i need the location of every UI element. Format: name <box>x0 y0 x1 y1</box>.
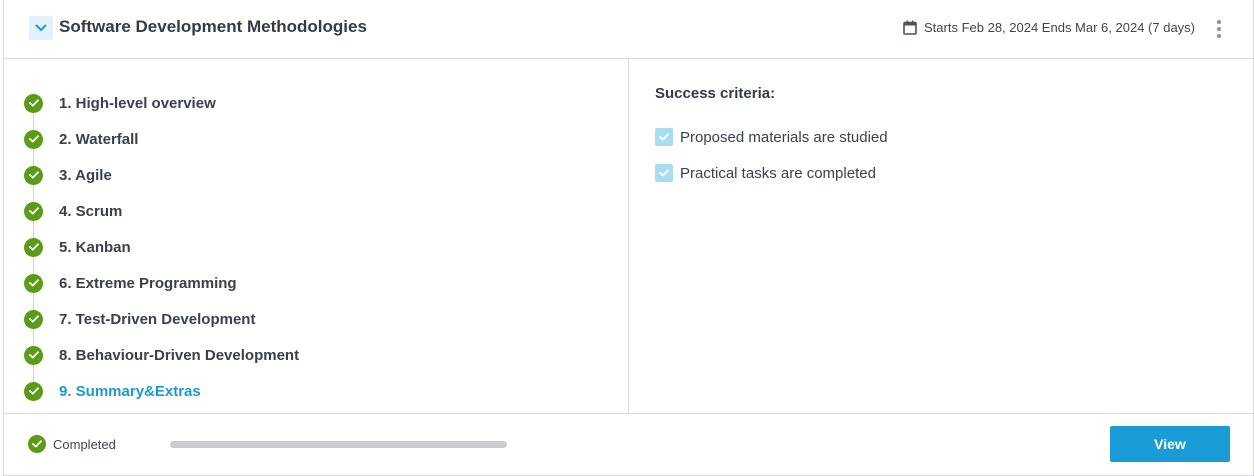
check-circle-icon <box>24 201 43 221</box>
step-label: 8. Behaviour-Driven Development <box>59 346 300 364</box>
steps-pane: 1. High-level overview 2. Waterfall 3. Agi… <box>4 59 629 413</box>
collapse-button[interactable] <box>29 16 53 40</box>
check-circle-icon <box>24 345 43 365</box>
date-range-text: Starts Feb 28, 2024 Ends Mar 6, 2024 (7 … <box>924 20 1195 35</box>
check-circle-icon <box>24 237 43 257</box>
date-range: Starts Feb 28, 2024 Ends Mar 6, 2024 (7 … <box>903 20 1195 35</box>
step-label: 9. Summary&Extras <box>59 382 201 400</box>
check-circle-icon <box>28 435 46 453</box>
criteria-list: Proposed materials are studied Practical … <box>655 119 888 191</box>
module-title: Software Development Methodologies <box>59 17 367 36</box>
step-item[interactable]: 4. Scrum <box>24 193 299 239</box>
module-card: Software Development Methodologies Start… <box>3 0 1254 476</box>
checkbox-checked-icon[interactable] <box>655 128 673 146</box>
step-label: 4. Scrum <box>59 202 123 220</box>
progress-bar <box>170 441 507 448</box>
step-label: 2. Waterfall <box>59 130 139 148</box>
progress-fill <box>170 441 507 448</box>
calendar-icon <box>903 20 917 35</box>
view-button[interactable]: View <box>1110 426 1230 462</box>
step-item[interactable]: 2. Waterfall <box>24 121 299 167</box>
step-label: 3. Agile <box>59 166 112 184</box>
criterion-item: Practical tasks are completed <box>655 155 888 191</box>
card-header: Software Development Methodologies Start… <box>4 0 1253 59</box>
criterion-item: Proposed materials are studied <box>655 119 888 155</box>
step-item[interactable]: 3. Agile <box>24 157 299 203</box>
step-item[interactable]: 5. Kanban <box>24 229 299 275</box>
status-text: Completed <box>53 436 116 452</box>
more-vertical-icon <box>1217 20 1221 24</box>
criteria-pane: Success criteria: Proposed materials are… <box>630 59 1254 413</box>
check-circle-icon <box>24 381 43 401</box>
criterion-label: Practical tasks are completed <box>680 164 876 182</box>
step-item[interactable]: 7. Test-Driven Development <box>24 301 299 347</box>
step-item[interactable]: 1. High-level overview <box>24 85 299 131</box>
step-item[interactable]: 6. Extreme Programming <box>24 265 299 311</box>
check-circle-icon <box>24 93 43 113</box>
steps-list: 1. High-level overview 2. Waterfall 3. Agi… <box>24 85 299 409</box>
check-circle-icon <box>24 129 43 149</box>
criteria-title: Success criteria: <box>655 85 776 102</box>
more-options-button[interactable] <box>1212 18 1226 40</box>
step-label: 7. Test-Driven Development <box>59 310 256 328</box>
chevron-down-icon <box>35 24 47 31</box>
step-label: 1. High-level overview <box>59 94 216 112</box>
checkbox-checked-icon[interactable] <box>655 164 673 182</box>
check-circle-icon <box>24 273 43 293</box>
check-circle-icon <box>24 309 43 329</box>
criterion-label: Proposed materials are studied <box>680 128 888 146</box>
check-circle-icon <box>24 165 43 185</box>
step-label: 6. Extreme Programming <box>59 274 237 292</box>
card-footer: Completed View <box>4 413 1253 476</box>
step-item[interactable]: 9. Summary&Extras <box>24 373 299 409</box>
status: Completed <box>28 435 116 453</box>
step-item[interactable]: 8. Behaviour-Driven Development <box>24 337 300 383</box>
step-label: 5. Kanban <box>59 238 131 256</box>
